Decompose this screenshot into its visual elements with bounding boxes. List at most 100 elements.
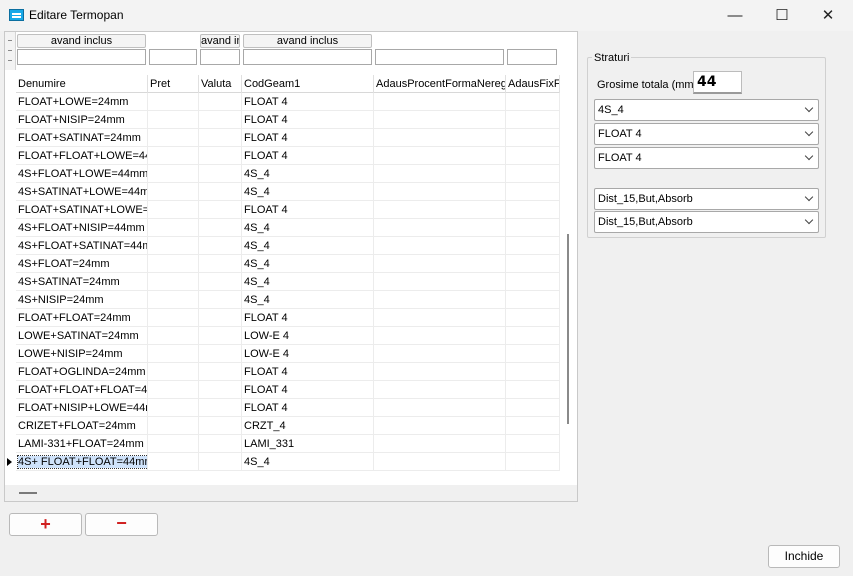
table-row[interactable]: FLOAT+FLOAT+LOWE=44mm FLOAT 4 xyxy=(16,147,560,165)
table-cell[interactable] xyxy=(374,165,506,183)
table-cell[interactable] xyxy=(199,453,242,471)
table-cell[interactable] xyxy=(199,417,242,435)
table-cell[interactable] xyxy=(374,111,506,129)
table-cell[interactable] xyxy=(374,219,506,237)
table-cell[interactable] xyxy=(148,363,199,381)
table-cell[interactable] xyxy=(148,273,199,291)
table-cell[interactable]: FLOAT+FLOAT+FLOAT=44mm xyxy=(16,381,148,399)
table-row[interactable]: 4S+ FLOAT+FLOAT=44mm 4S_4 xyxy=(16,453,560,471)
table-cell[interactable] xyxy=(374,201,506,219)
column-header-pret[interactable]: Pret xyxy=(148,75,199,93)
table-cell[interactable] xyxy=(374,291,506,309)
table-cell[interactable] xyxy=(374,435,506,453)
table-cell[interactable]: FLOAT+LOWE=24mm xyxy=(16,93,148,111)
table-cell[interactable] xyxy=(374,183,506,201)
total-thickness-field[interactable]: 44 xyxy=(693,71,742,94)
table-cell[interactable] xyxy=(506,363,560,381)
table-cell[interactable] xyxy=(506,255,560,273)
table-cell[interactable]: FLOAT 4 xyxy=(242,399,374,417)
table-row[interactable]: FLOAT+NISIP=24mm FLOAT 4 xyxy=(16,111,560,129)
filter-pret[interactable] xyxy=(149,49,197,65)
table-cell[interactable] xyxy=(199,201,242,219)
table-cell[interactable] xyxy=(374,345,506,363)
table-cell[interactable] xyxy=(506,183,560,201)
table-cell[interactable]: FLOAT+FLOAT+LOWE=44mm xyxy=(16,147,148,165)
horizontal-scrollbar[interactable] xyxy=(5,485,577,501)
table-row[interactable]: FLOAT+OGLINDA=24mm FLOAT 4 xyxy=(16,363,560,381)
table-cell[interactable]: 4S_4 xyxy=(242,237,374,255)
table-cell[interactable] xyxy=(374,93,506,111)
horizontal-scroll-thumb[interactable] xyxy=(19,492,37,494)
layer-combo-2[interactable]: FLOAT 4 xyxy=(594,123,819,145)
table-row[interactable]: LAMI-331+FLOAT=24mm LAMI_331 xyxy=(16,435,560,453)
table-cell[interactable]: FLOAT+OGLINDA=24mm xyxy=(16,363,148,381)
table-cell[interactable] xyxy=(506,93,560,111)
close-button[interactable]: Inchide xyxy=(768,545,840,568)
table-cell[interactable] xyxy=(199,165,242,183)
table-cell[interactable]: FLOAT 4 xyxy=(242,363,374,381)
table-cell[interactable] xyxy=(506,309,560,327)
table-cell[interactable]: FLOAT+NISIP+LOWE=44mm xyxy=(16,399,148,417)
table-cell[interactable] xyxy=(199,345,242,363)
table-cell[interactable]: 4S_4 xyxy=(242,219,374,237)
table-cell[interactable] xyxy=(374,237,506,255)
filter-codgeam1[interactable] xyxy=(243,49,372,65)
table-cell[interactable] xyxy=(148,183,199,201)
table-cell[interactable]: 4S+FLOAT+LOWE=44mm xyxy=(16,165,148,183)
table-cell[interactable] xyxy=(506,435,560,453)
table-cell[interactable]: 4S_4 xyxy=(242,183,374,201)
table-cell[interactable] xyxy=(148,237,199,255)
table-cell[interactable] xyxy=(148,327,199,345)
table-row[interactable]: FLOAT+NISIP+LOWE=44mm FLOAT 4 xyxy=(16,399,560,417)
table-cell[interactable] xyxy=(506,111,560,129)
filter-adaus-fix[interactable] xyxy=(507,49,557,65)
layer-combo-1[interactable]: 4S_4 xyxy=(594,99,819,121)
table-cell[interactable]: LOWE+NISIP=24mm xyxy=(16,345,148,363)
table-cell[interactable]: LOWE+SATINAT=24mm xyxy=(16,327,148,345)
table-cell[interactable]: 4S+ FLOAT+FLOAT=44mm xyxy=(16,453,148,471)
table-cell[interactable] xyxy=(199,237,242,255)
table-cell[interactable]: 4S+SATINAT=24mm xyxy=(16,273,148,291)
table-row[interactable]: 4S+SATINAT=24mm 4S_4 xyxy=(16,273,560,291)
column-header-adaus-procent[interactable]: AdausProcentFormaNeregulata xyxy=(374,75,506,93)
table-cell[interactable] xyxy=(199,309,242,327)
table-row[interactable]: CRIZET+FLOAT=24mm CRZT_4 xyxy=(16,417,560,435)
table-cell[interactable]: 4S_4 xyxy=(242,165,374,183)
table-cell[interactable] xyxy=(148,399,199,417)
table-cell[interactable] xyxy=(148,219,199,237)
table-cell[interactable]: LAMI_331 xyxy=(242,435,374,453)
table-cell[interactable] xyxy=(506,345,560,363)
table-cell[interactable] xyxy=(506,291,560,309)
vertical-scrollbar[interactable] xyxy=(567,234,569,424)
table-cell[interactable] xyxy=(374,453,506,471)
table-cell[interactable] xyxy=(506,201,560,219)
table-cell[interactable] xyxy=(148,345,199,363)
table-cell[interactable] xyxy=(506,273,560,291)
table-row[interactable]: 4S+FLOAT+SATINAT=44mm 4S_4 xyxy=(16,237,560,255)
table-row[interactable]: LOWE+SATINAT=24mm LOW-E 4 xyxy=(16,327,560,345)
table-cell[interactable]: 4S+SATINAT+LOWE=44mm xyxy=(16,183,148,201)
table-cell[interactable]: FLOAT+SATINAT+LOWE=44mm xyxy=(16,201,148,219)
band-header-2[interactable]: avand incl xyxy=(200,34,240,48)
table-cell[interactable] xyxy=(506,381,560,399)
add-row-button[interactable]: + xyxy=(9,513,82,536)
table-cell[interactable]: FLOAT 4 xyxy=(242,93,374,111)
table-cell[interactable] xyxy=(199,273,242,291)
table-cell[interactable] xyxy=(199,183,242,201)
table-cell[interactable]: 4S_4 xyxy=(242,273,374,291)
table-cell[interactable]: 4S+FLOAT=24mm xyxy=(16,255,148,273)
table-row[interactable]: 4S+FLOAT=24mm 4S_4 xyxy=(16,255,560,273)
table-cell[interactable] xyxy=(506,165,560,183)
filter-denumire[interactable] xyxy=(17,49,146,65)
table-cell[interactable] xyxy=(506,219,560,237)
band-header-1[interactable]: avand inclus xyxy=(17,34,146,48)
table-cell[interactable]: 4S_4 xyxy=(242,255,374,273)
table-cell[interactable] xyxy=(374,255,506,273)
table-cell[interactable]: LAMI-331+FLOAT=24mm xyxy=(16,435,148,453)
table-row[interactable]: FLOAT+SATINAT+LOWE=44mm FLOAT 4 xyxy=(16,201,560,219)
table-cell[interactable] xyxy=(199,147,242,165)
table-cell[interactable] xyxy=(148,165,199,183)
table-row[interactable]: 4S+FLOAT+LOWE=44mm 4S_4 xyxy=(16,165,560,183)
table-cell[interactable] xyxy=(506,417,560,435)
table-row[interactable]: FLOAT+LOWE=24mm FLOAT 4 xyxy=(16,93,560,111)
